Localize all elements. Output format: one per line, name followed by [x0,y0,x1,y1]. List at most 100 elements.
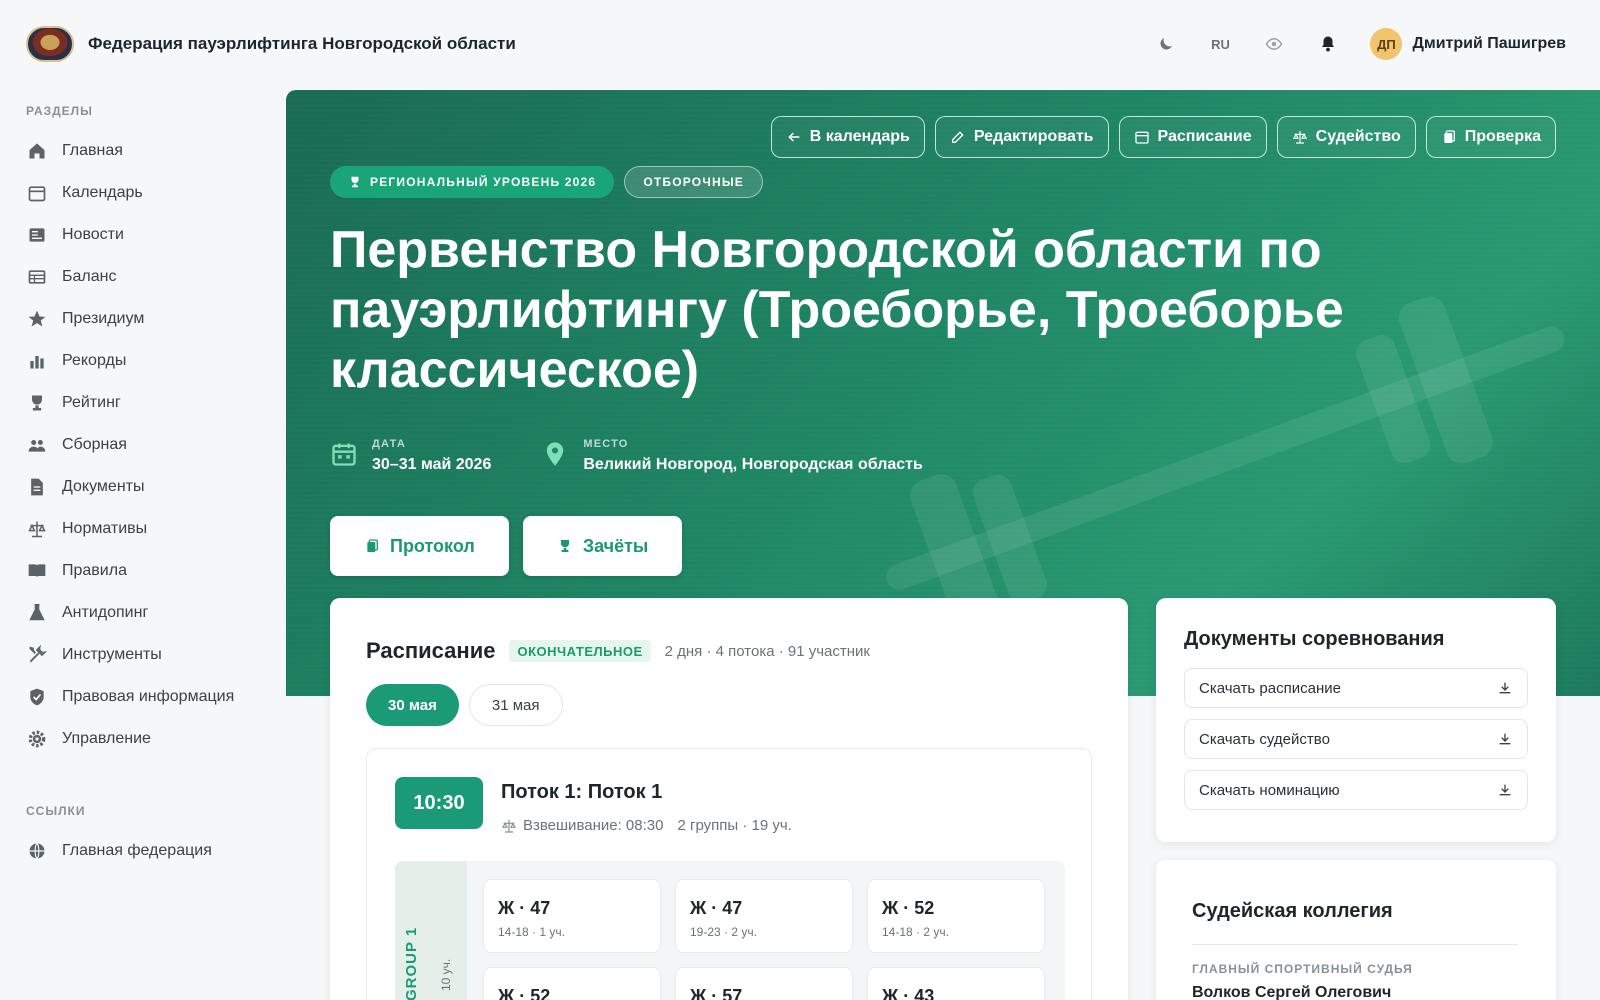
level-badge: РЕГИОНАЛЬНЫЙ УРОВЕНЬ 2026 [330,166,615,198]
tab-day-1[interactable]: 30 мая [366,684,459,726]
top-bar: Федерация пауэрлифтинга Новгородской обл… [0,0,1600,88]
day-tabs: 30 мая 31 мая [366,684,563,726]
arrow-left-icon [788,132,800,142]
location-pin-icon [547,442,564,466]
user-name[interactable]: Дмитрий Пашигрев [1412,35,1566,53]
sidebar-item[interactable]: Календарь [0,172,270,214]
download-icon [1499,733,1511,745]
weight-category-card[interactable]: Ж · 47 14-18 · 1 уч. [483,879,661,953]
judges-title: Судейская коллегия [1192,900,1393,922]
flow-info: 2 группы · 19 уч. [677,817,792,834]
sidebar-link-item-label: Главная федерация [62,842,212,859]
date-label: ДАТА [372,438,407,450]
hero-action-buttons: В календарь Редактировать Расписание Суд… [770,116,1556,158]
trophy-icon [560,540,569,552]
weight-category-title: Ж · 52 [882,898,935,918]
sidebar-link-item[interactable]: Главная федерация [0,830,270,872]
sidebar-item-label: Антидопинг [62,604,149,621]
top-right-controls: RU ДП Дмитрий Пашигрев [1154,0,1566,88]
place-meta: МЕСТО Великий Новгород, Новгородская обл… [541,436,923,474]
schedule-title: Расписание [366,638,496,663]
credits-button[interactable]: Зачёты [522,516,683,576]
sidebar-item[interactable]: Правила [0,550,270,592]
judging-button[interactable]: Судейство [1276,116,1416,158]
back-to-calendar-button[interactable]: В календарь [770,116,925,158]
sidebar-links: Главная федерация [0,830,270,872]
sidebar-item-label: Рекорды [62,352,127,369]
org-title[interactable]: Федерация пауэрлифтинга Новгородской обл… [88,34,516,54]
weight-category-card[interactable]: Ж · 43 [867,967,1045,1000]
flow-time: 10:30 [395,777,483,829]
sidebar-item[interactable]: Президиум [0,298,270,340]
weight-category-card[interactable]: Ж · 52 [483,967,661,1000]
schedule-button[interactable]: Расписание [1118,116,1267,158]
schedule-label: Расписание [1157,128,1252,145]
accessibility-eye-icon[interactable] [1262,32,1286,56]
sidebar-item[interactable]: Рейтинг [0,382,270,424]
tab-day-2[interactable]: 31 мая [468,684,563,726]
edit-button[interactable]: Редактировать [934,116,1109,158]
place-label: МЕСТО [583,438,629,450]
sidebar-item-label: Новости [62,226,124,243]
sections-label: РАЗДЕЛЫ [26,104,93,118]
federation-logo[interactable] [26,26,74,62]
sidebar-item[interactable]: Управление [0,718,270,760]
flow-subtitle: Взвешивание: 08:30 2 группы · 19 уч. [501,817,792,834]
sidebar-item-label: Президиум [62,310,145,327]
weight-category-card[interactable]: Ж · 52 14-18 · 2 уч. [867,879,1045,953]
sidebar-item[interactable]: Нормативы [0,508,270,550]
weight-category-info: 19-23 · 2 уч. [690,925,757,939]
sidebar-item[interactable]: Новости [0,214,270,256]
sidebar: РАЗДЕЛЫ Главная Календарь Новости Баланс Пре… [0,100,270,872]
sidebar-item[interactable]: Правовая информация [0,676,270,718]
calendar-icon [26,182,48,204]
judging-label: Судейство [1315,128,1401,145]
type-badge: ОТБОРОЧНЫЕ [624,166,763,198]
download-schedule-label: Скачать расписание [1199,679,1341,697]
schedule-status-badge: ОКОНЧАТЕЛЬНОЕ [509,640,651,662]
competition-badges: РЕГИОНАЛЬНЫЙ УРОВЕНЬ 2026 ОТБОРОЧНЫЕ [330,166,763,198]
weight-category-title: Ж · 43 [882,986,935,1000]
globe-icon [26,840,48,862]
bar-chart-icon [26,350,48,372]
home-icon [26,140,48,162]
sidebar-item[interactable]: Главная [0,130,270,172]
download-schedule-button[interactable]: Скачать расписание [1184,668,1528,708]
sidebar-item[interactable]: Инструменты [0,634,270,676]
weight-category-info: 14-18 · 2 уч. [882,925,949,939]
sidebar-item[interactable]: Антидопинг [0,592,270,634]
sidebar-item-label: Баланс [62,268,117,285]
weight-category-grid: Ж · 47 14-18 · 1 уч. Ж · 47 19-23 · 2 уч. Ж … [483,879,1045,1000]
trophy-icon [26,392,48,414]
competition-meta: ДАТА 30–31 май 2026 МЕСТО Великий Новгор… [330,436,923,474]
user-avatar[interactable]: ДП [1370,28,1403,60]
sidebar-item[interactable]: Баланс [0,256,270,298]
weight-category-card[interactable]: Ж · 47 19-23 · 2 уч. [675,879,853,953]
credits-label: Зачёты [582,535,649,556]
download-icon [1499,682,1511,694]
sidebar-item-label: Главная [62,142,123,159]
sidebar-item[interactable]: Документы [0,466,270,508]
download-nomination-button[interactable]: Скачать номинацию [1184,770,1528,810]
protocol-button[interactable]: Протокол [330,516,509,576]
language-switch[interactable]: RU [1208,32,1232,56]
notifications-bell-icon[interactable] [1316,32,1340,56]
sidebar-item[interactable]: Сборная [0,424,270,466]
weight-category-title: Ж · 52 [498,986,551,1000]
check-button[interactable]: Проверка [1425,116,1556,158]
dark-mode-moon-icon[interactable] [1154,32,1178,56]
download-judging-button[interactable]: Скачать судейство [1184,719,1528,759]
clipboard-icon [367,539,378,552]
sidebar-item[interactable]: Рекорды [0,340,270,382]
group-box: GROUP 1 10 уч. Ж · 47 14-18 · 1 уч. Ж · 47… [395,861,1065,1000]
tools-icon [26,644,48,666]
chief-judge-role: ГЛАВНЫЙ СПОРТИВНЫЙ СУДЬЯ [1192,962,1413,976]
sidebar-item-label: Нормативы [62,520,148,537]
edit-pencil-icon [951,131,964,143]
calendar-icon [1134,131,1149,144]
weight-category-card[interactable]: Ж · 57 [675,967,853,1000]
place-value: Великий Новгород, Новгородская область [583,456,923,473]
chief-judge-name: Волков Сергей Олегович [1192,984,1392,1000]
calendar-icon [332,443,356,466]
group-name: GROUP 1 [403,926,420,1000]
